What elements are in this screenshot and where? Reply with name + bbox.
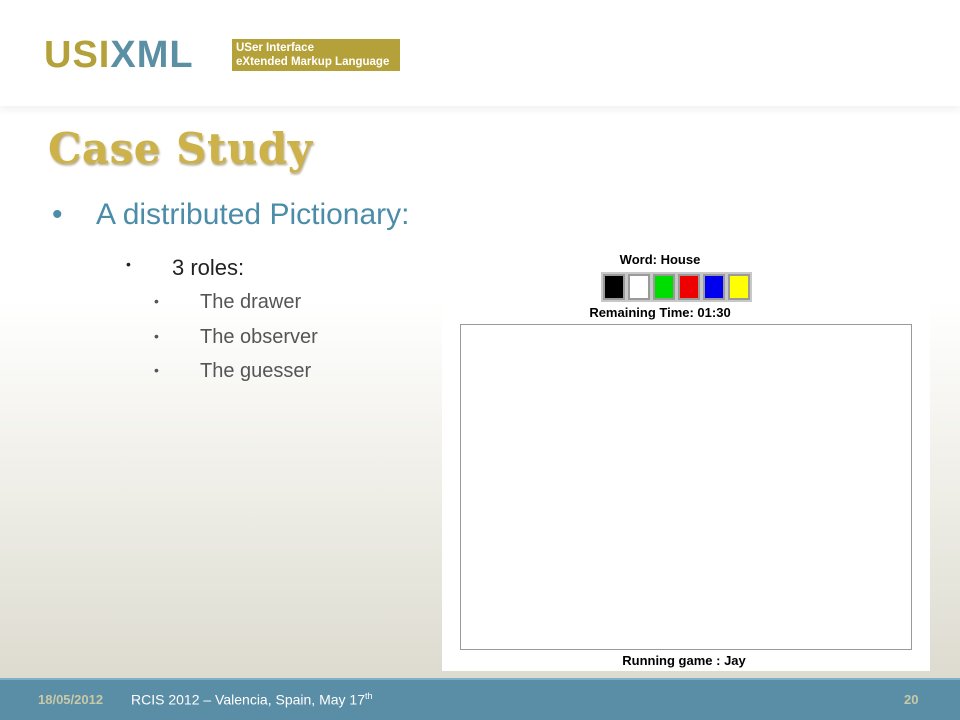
bullet-marker: •	[52, 198, 63, 231]
logo-tagline-1: USer Interface	[236, 42, 314, 54]
bullet-text: 3 roles:	[172, 255, 245, 280]
bullet-marker: •	[154, 328, 159, 344]
bullet-marker: •	[154, 362, 159, 378]
footer-conference: RCIS 2012 – Valencia, Spain, May 17th	[131, 691, 373, 708]
bullet-text: A distributed Pictionary:	[96, 198, 410, 231]
pictionary-screenshot: Word: House Remaining Time: 01:30 Runnin…	[442, 243, 930, 671]
color-swatch-3[interactable]	[678, 274, 700, 300]
color-swatch-2[interactable]	[653, 274, 675, 300]
footer-conference-text: RCIS 2012 – Valencia, Spain, May 17	[131, 691, 365, 708]
color-swatch-4[interactable]	[703, 274, 725, 300]
color-swatch-0[interactable]	[603, 274, 625, 300]
color-palette	[601, 272, 752, 302]
logo-tagline: USer Interface eXtended Markup Language	[232, 39, 400, 71]
footer-date: 18/05/2012	[38, 692, 104, 707]
logo-wordmark: USIXML	[44, 36, 194, 74]
color-swatch-5[interactable]	[728, 274, 750, 300]
logo-usi: USI	[44, 34, 111, 76]
bullet-marker: •	[126, 256, 131, 272]
footer-conference-sup: th	[365, 691, 373, 701]
role-label: The drawer	[200, 291, 302, 313]
page-number: 20	[904, 692, 919, 707]
word-label: Word: House	[619, 252, 701, 267]
running-game-label: Running game : Jay	[622, 653, 746, 668]
role-label: The guesser	[200, 360, 312, 382]
slide: USIXML USer Interface eXtended Markup La…	[0, 0, 960, 720]
role-label: The observer	[200, 326, 318, 348]
logo-xml: XML	[110, 34, 194, 76]
slide-title: Case Study	[48, 124, 313, 173]
drawing-canvas[interactable]	[460, 324, 912, 650]
color-swatch-1[interactable]	[628, 274, 650, 300]
bullet-marker: •	[154, 293, 159, 309]
logo-tagline-2: eXtended Markup Language	[236, 56, 390, 68]
remaining-time-label: Remaining Time: 01:30	[589, 305, 731, 320]
